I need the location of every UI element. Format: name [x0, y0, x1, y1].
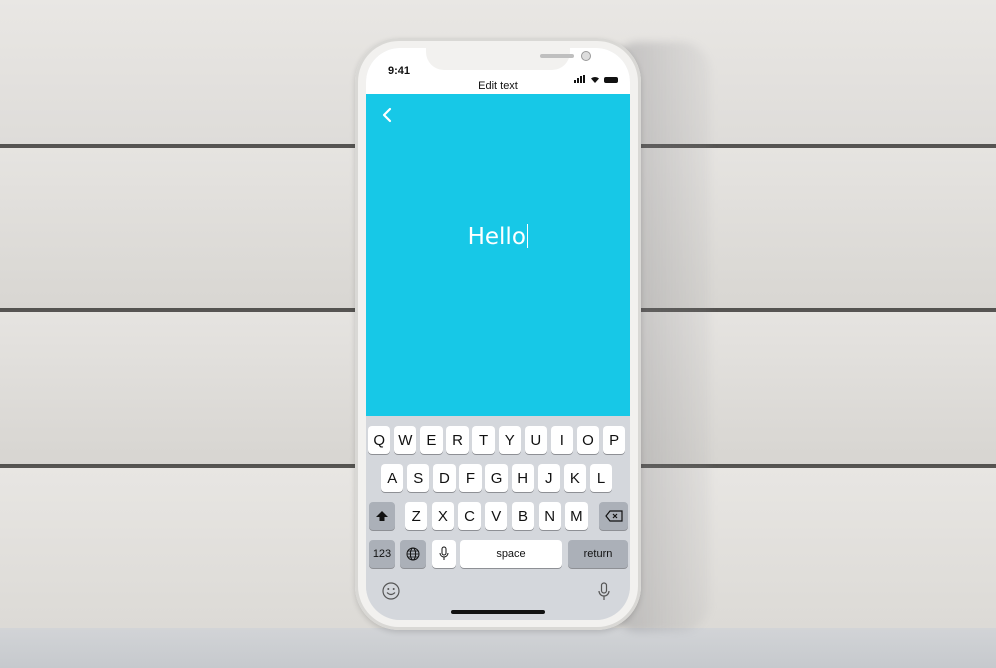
- key-i[interactable]: I: [550, 426, 574, 454]
- key-q[interactable]: Q: [368, 426, 391, 454]
- status-bar: 9:41 Edit text: [366, 48, 630, 94]
- microphone-icon: [439, 546, 449, 560]
- key-f[interactable]: F: [459, 464, 482, 492]
- globe-key[interactable]: [400, 540, 426, 568]
- key-o[interactable]: O: [576, 426, 600, 454]
- key-d[interactable]: D: [433, 464, 456, 492]
- key-z[interactable]: Z: [405, 502, 428, 530]
- shift-icon: [376, 511, 388, 521]
- space-key[interactable]: space: [460, 540, 562, 568]
- numbers-key[interactable]: 123: [369, 540, 395, 568]
- key-p[interactable]: P: [602, 426, 626, 454]
- emoji-icon[interactable]: [382, 582, 400, 600]
- key-k[interactable]: K: [563, 464, 587, 492]
- phone-screen: 9:41 Edit text Hello QWERTYUIOP ASDFGHJK…: [366, 48, 630, 620]
- key-t[interactable]: T: [472, 426, 495, 454]
- notch: [426, 48, 591, 70]
- home-indicator: [451, 610, 545, 614]
- key-l[interactable]: L: [589, 464, 613, 492]
- shift-key[interactable]: [369, 502, 395, 530]
- floor: [0, 628, 996, 668]
- text-cursor: [526, 224, 529, 248]
- key-j[interactable]: J: [537, 464, 560, 492]
- key-e[interactable]: E: [420, 426, 443, 454]
- backspace-key[interactable]: [599, 502, 628, 530]
- keyboard: QWERTYUIOP ASDFGHJKL ZXCVBNM 123 space r…: [366, 416, 630, 620]
- key-x[interactable]: X: [431, 502, 455, 530]
- key-a[interactable]: A: [381, 464, 404, 492]
- globe-icon: [406, 547, 420, 561]
- key-w[interactable]: W: [394, 426, 417, 454]
- key-m[interactable]: M: [565, 502, 588, 530]
- key-h[interactable]: H: [511, 464, 534, 492]
- status-time: 9:41: [388, 65, 411, 77]
- key-y[interactable]: Y: [498, 426, 521, 454]
- key-b[interactable]: B: [511, 502, 535, 530]
- speaker: [540, 54, 574, 58]
- return-key[interactable]: return: [568, 540, 628, 568]
- page-title: Edit text: [478, 80, 518, 92]
- key-r[interactable]: R: [446, 426, 469, 454]
- text-value: Hello: [467, 224, 526, 250]
- dictation-icon[interactable]: [598, 582, 610, 602]
- text-canvas[interactable]: Hello: [366, 94, 630, 416]
- front-camera: [581, 51, 591, 61]
- phone-mockup: 9:41 Edit text Hello QWERTYUIOP ASDFGHJK…: [355, 38, 641, 630]
- chevron-left-icon[interactable]: [380, 106, 394, 124]
- backspace-icon: [604, 510, 623, 522]
- key-n[interactable]: N: [538, 502, 561, 530]
- microphone-key[interactable]: [432, 540, 456, 568]
- editable-text[interactable]: Hello: [366, 224, 630, 250]
- key-v[interactable]: V: [485, 502, 508, 530]
- key-u[interactable]: U: [524, 426, 547, 454]
- key-s[interactable]: S: [407, 464, 430, 492]
- key-c[interactable]: C: [458, 502, 481, 530]
- key-g[interactable]: G: [485, 464, 508, 492]
